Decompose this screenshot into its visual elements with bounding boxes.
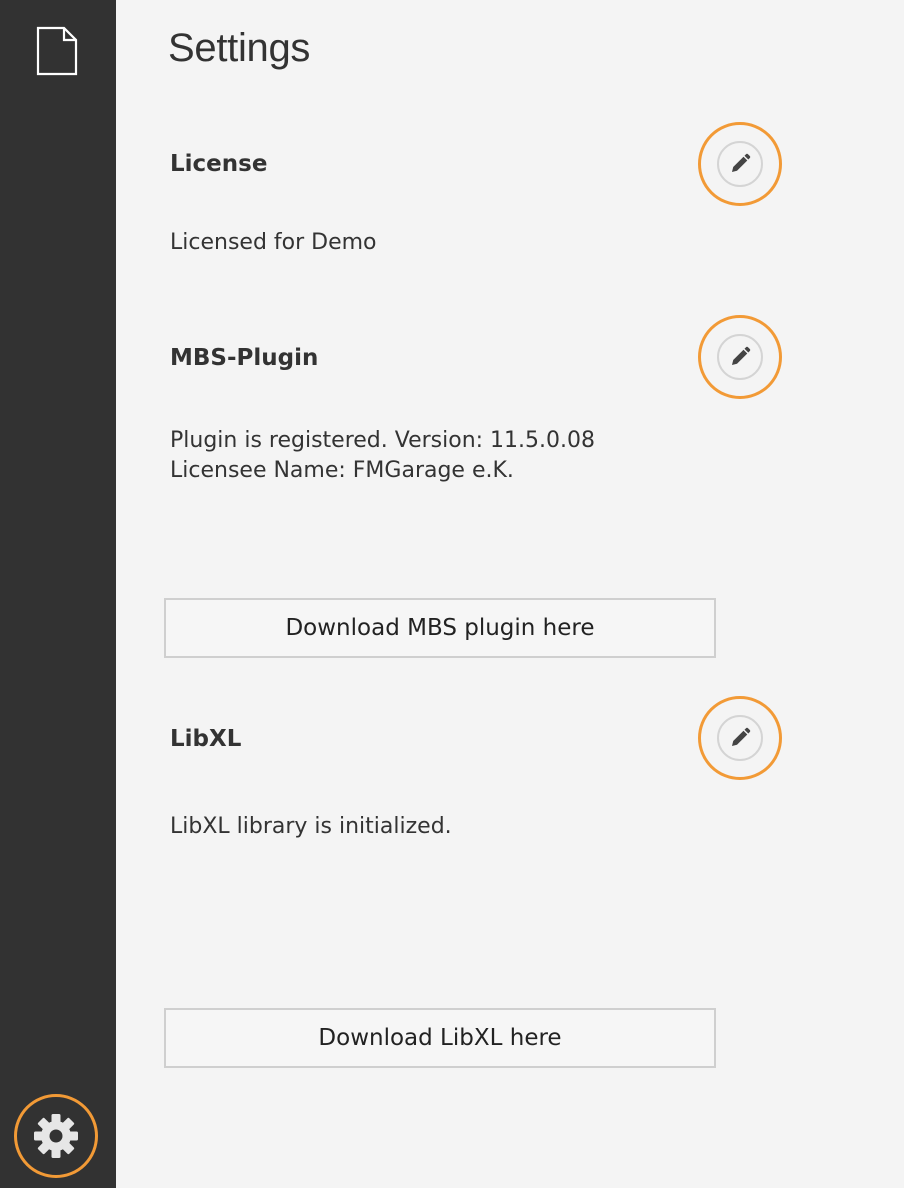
license-title: License (170, 151, 268, 177)
document-icon[interactable] (36, 26, 78, 76)
edit-button-inner (717, 141, 763, 187)
mbs-plugin-licensee-line: Licensee Name: FMGarage e.K. (170, 458, 514, 483)
libxl-status-text: LibXL library is initialized. (170, 814, 452, 839)
settings-panel: Settings License Licensed for Demo MBS-P… (116, 0, 904, 1188)
libxl-title: LibXL (170, 726, 242, 752)
mbs-plugin-title: MBS-Plugin (170, 345, 319, 371)
pencil-icon (732, 727, 751, 746)
sidebar (0, 0, 116, 1188)
license-edit-button[interactable] (698, 122, 782, 206)
download-mbs-plugin-button[interactable]: Download MBS plugin here (164, 598, 716, 658)
mbs-plugin-status-line: Plugin is registered. Version: 11.5.0.08 (170, 428, 596, 453)
download-libxl-button[interactable]: Download LibXL here (164, 1008, 716, 1068)
edit-button-inner (717, 715, 763, 761)
license-status-text: Licensed for Demo (170, 230, 377, 255)
pencil-icon (732, 346, 751, 365)
pencil-icon (732, 153, 751, 172)
page-title: Settings (168, 26, 311, 70)
libxl-edit-button[interactable] (698, 696, 782, 780)
edit-button-inner (717, 334, 763, 380)
gear-icon (34, 1114, 78, 1158)
settings-button[interactable] (14, 1094, 98, 1178)
mbs-plugin-edit-button[interactable] (698, 315, 782, 399)
